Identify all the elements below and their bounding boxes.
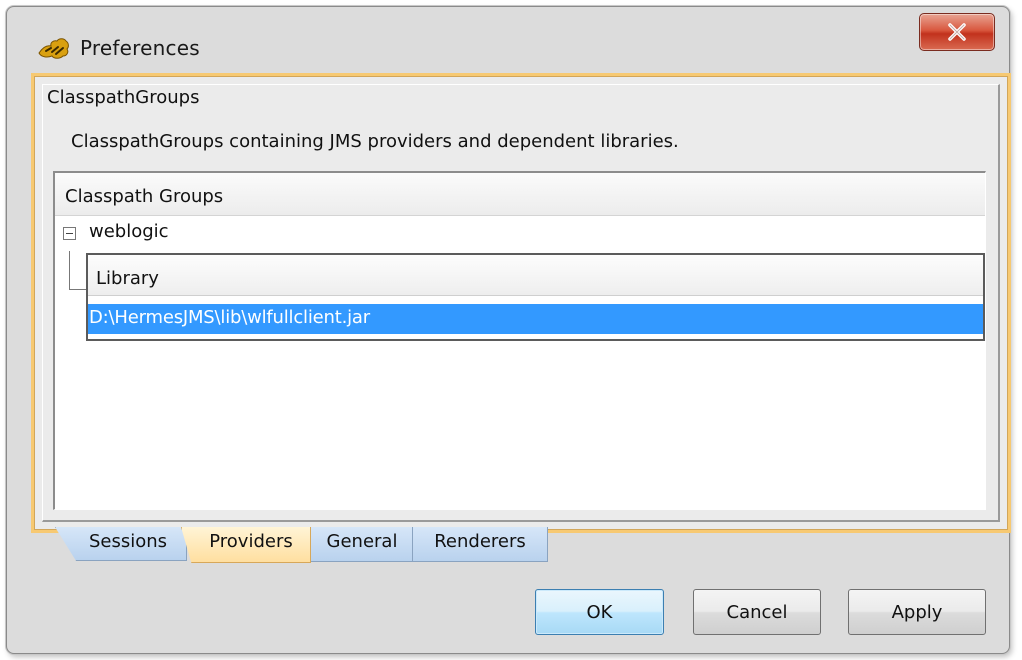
close-icon [948,23,966,41]
classpath-groups-tree[interactable]: Classpath Groups weblogic Library D:\Her… [53,171,986,510]
tree-column-header[interactable]: Classpath Groups [55,173,985,216]
classpath-groups-box: ClasspathGroups ClasspathGroups containi… [42,84,1000,522]
tab-general[interactable]: General [310,527,414,562]
title-bar[interactable]: Preferences [7,7,1009,71]
library-column-header-label: Library [96,268,159,289]
collapse-toggle-icon[interactable] [63,227,76,240]
ok-button[interactable]: OK [535,589,664,635]
tree-node-label: weblogic [89,221,169,242]
tab-renderers[interactable]: Renderers [412,527,548,562]
app-logo-icon [38,38,69,59]
providers-tab-panel: ClasspathGroups ClasspathGroups containi… [31,73,1011,533]
preferences-tabs: Sessions General Renderers Providers [55,527,615,565]
tab-providers[interactable]: Providers [181,527,311,563]
tree-node-weblogic[interactable]: weblogic [55,217,455,249]
window-title: Preferences [80,36,200,60]
tree-connector-line [69,251,86,290]
library-row-selected[interactable]: D:\HermesJMS\lib\wlfullclient.jar [88,304,983,334]
preferences-dialog: Preferences ClasspathGroups ClasspathGro… [6,6,1011,654]
tab-sessions[interactable]: Sessions [55,527,187,561]
library-column-header[interactable]: Library [88,255,983,296]
group-title: ClasspathGroups [47,87,200,108]
group-description: ClasspathGroups containing JMS providers… [71,131,679,152]
library-table[interactable]: Library D:\HermesJMS\lib\wlfullclient.ja… [86,253,985,341]
close-button[interactable] [919,13,995,51]
tree-column-header-label: Classpath Groups [65,186,224,207]
library-path: D:\HermesJMS\lib\wlfullclient.jar [89,307,370,328]
cancel-button[interactable]: Cancel [693,589,821,635]
apply-button[interactable]: Apply [848,589,986,635]
